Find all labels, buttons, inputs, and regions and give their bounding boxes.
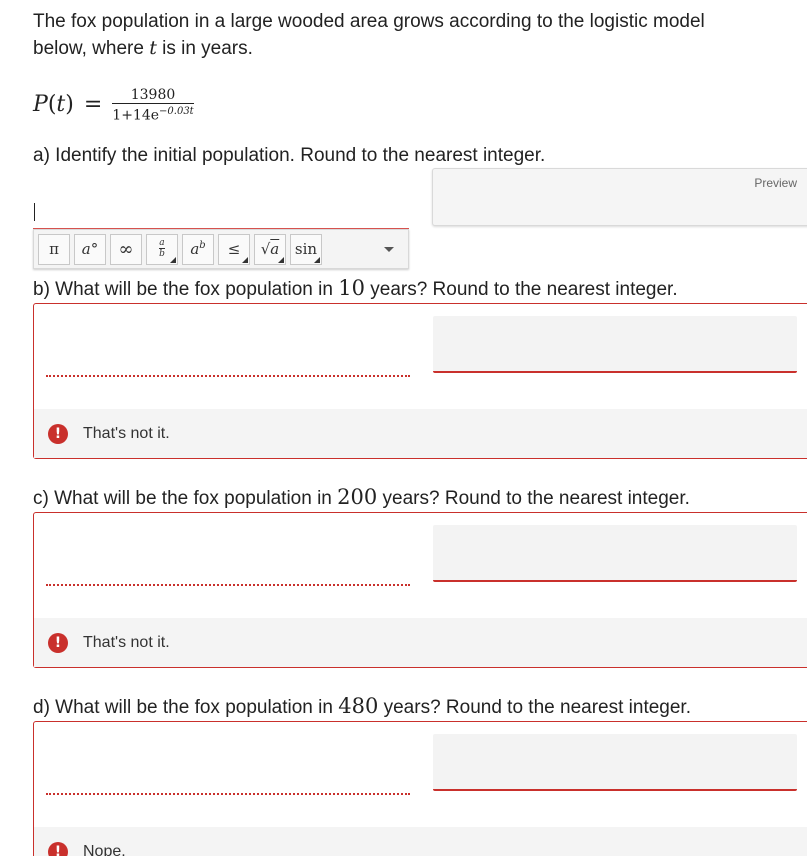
feedback-message-b: That's not it.	[83, 424, 170, 442]
question-d-years: 480	[338, 694, 379, 718]
preview-box-c	[433, 525, 797, 582]
intro-line-2-before: below, where	[33, 38, 150, 59]
formula-lhs: P(t)	[33, 92, 74, 117]
feedback-b: ! That's not it.	[34, 409, 807, 458]
degree-icon: a°	[81, 240, 99, 258]
answer-input-c[interactable]	[46, 584, 410, 586]
answer-input-d[interactable]	[46, 793, 410, 795]
question-a: a) Identify the initial population. Roun…	[33, 145, 546, 166]
answer-input-b[interactable]	[46, 375, 410, 377]
fraction-button[interactable]: ab	[146, 233, 178, 265]
question-d: d) What will be the fox population in 48…	[33, 694, 691, 719]
preview-box-d	[433, 734, 797, 791]
trig-icon: sin	[294, 240, 318, 258]
formula-fraction: 13980 1+14e−0.03t	[112, 87, 194, 124]
feedback-message-d: Nope.	[83, 842, 126, 856]
power-button[interactable]: ab	[182, 233, 214, 265]
less-equal-button[interactable]: ≤	[218, 233, 250, 265]
question-b-years: 10	[338, 276, 365, 300]
answer-card-d: ! Nope.	[33, 721, 807, 856]
question-b-suffix: years? Round to the nearest integer.	[364, 279, 678, 300]
toolbar-expand-icon[interactable]	[384, 247, 394, 252]
denominator-base: 1+14e	[112, 107, 160, 124]
error-icon: !	[48, 632, 68, 653]
less-equal-icon: ≤	[227, 240, 241, 258]
feedback-c: ! That's not it.	[34, 618, 807, 667]
answer-card-c: ! That's not it.	[33, 512, 807, 668]
formula-equals: =	[83, 91, 103, 117]
answer-input-a[interactable]	[34, 203, 35, 221]
intro-variable: t	[149, 37, 157, 59]
question-b: b) What will be the fox population in 10…	[33, 276, 678, 301]
error-icon: !	[48, 841, 68, 856]
error-icon: !	[48, 423, 68, 444]
preview-box-a: Preview	[432, 168, 807, 226]
intro-line-2-after: is in years.	[156, 38, 253, 59]
question-c-years: 200	[337, 485, 378, 509]
infinity-button[interactable]: ∞	[110, 233, 142, 265]
preview-box-b	[433, 316, 797, 373]
question-c-suffix: years? Round to the nearest integer.	[377, 488, 690, 509]
question-c-prefix: c) What will be the fox population in	[33, 488, 338, 509]
trig-button[interactable]: sin	[290, 233, 322, 265]
power-icon: ab	[190, 240, 206, 258]
sqrt-button[interactable]: √a	[254, 233, 286, 265]
formula-var: t	[56, 91, 66, 117]
question-d-suffix: years? Round to the nearest integer.	[378, 697, 691, 718]
sqrt-icon: √a	[260, 240, 280, 258]
formula-close-paren: )	[65, 91, 74, 117]
math-toolbar: π a° ∞ ab ab ≤ √a sin	[33, 229, 409, 269]
preview-label: Preview	[754, 176, 797, 190]
formula-func: P	[33, 91, 48, 117]
pi-icon: π	[49, 240, 59, 258]
feedback-d: ! Nope.	[34, 827, 807, 856]
question-b-prefix: b) What will be the fox population in	[33, 279, 339, 300]
logistic-formula: P(t) = 13980 1+14e−0.03t	[33, 84, 194, 124]
question-d-prefix: d) What will be the fox population in	[33, 697, 339, 718]
infinity-icon: ∞	[118, 238, 134, 260]
problem-intro: The fox population in a large wooded are…	[33, 8, 773, 62]
feedback-message-c: That's not it.	[83, 633, 170, 651]
fraction-icon: ab	[159, 238, 165, 259]
question-c: c) What will be the fox population in 20…	[33, 485, 690, 510]
formula-denominator: 1+14e−0.03t	[112, 104, 193, 124]
pi-button[interactable]: π	[38, 233, 70, 265]
denominator-exponent: −0.03t	[159, 106, 194, 118]
intro-line-1: The fox population in a large wooded are…	[33, 11, 705, 32]
formula-numerator: 13980	[130, 87, 176, 104]
intro-line-2: below, where t is in years.	[33, 35, 773, 62]
degree-button[interactable]: a°	[74, 233, 106, 265]
answer-card-b: ! That's not it.	[33, 303, 807, 459]
